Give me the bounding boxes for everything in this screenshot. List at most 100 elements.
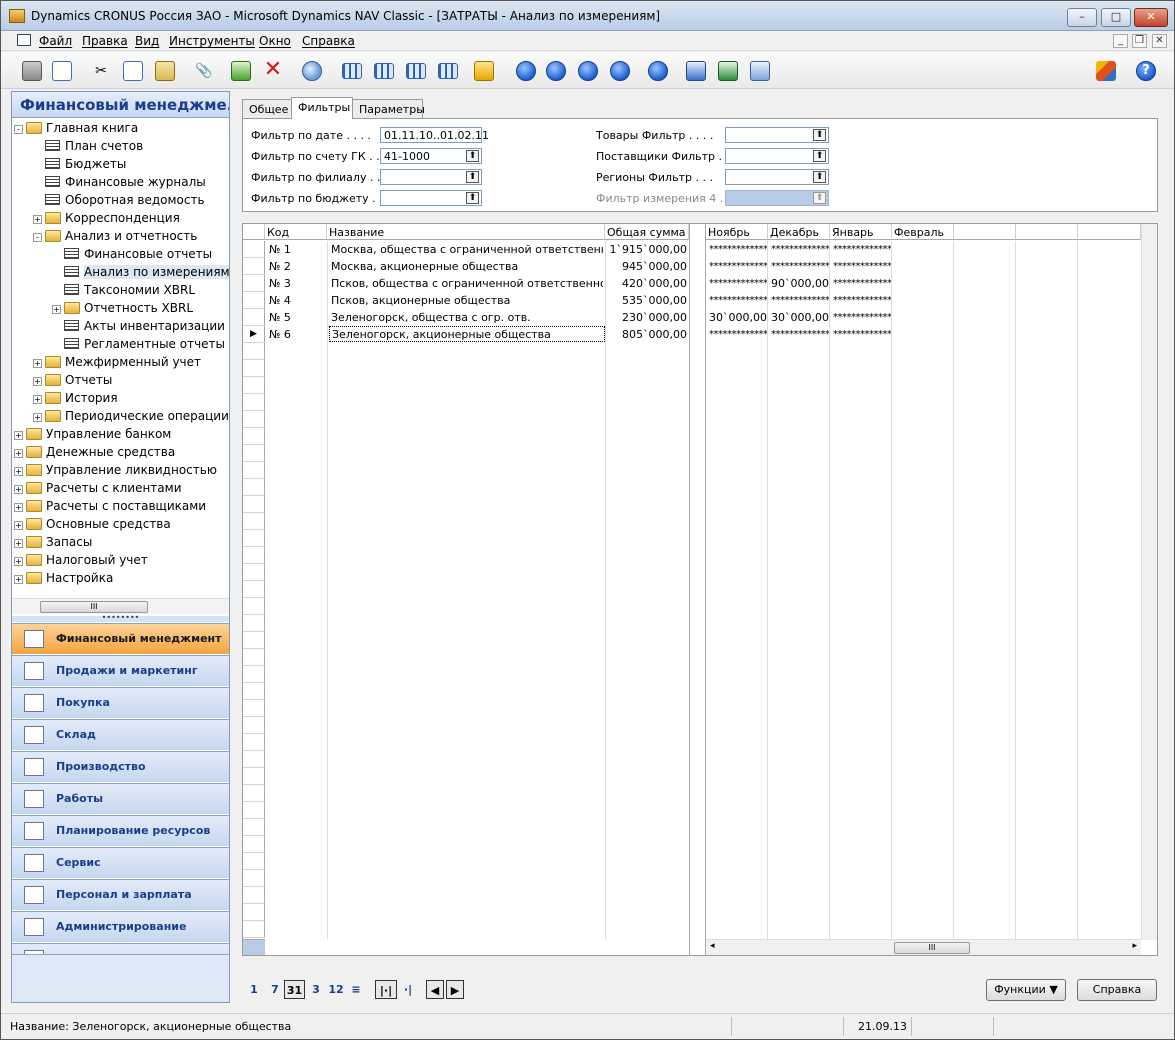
row-selector[interactable] bbox=[243, 887, 265, 904]
cell-month-value[interactable]: ************* bbox=[831, 292, 891, 309]
menu-file[interactable]: Файл bbox=[39, 34, 72, 48]
cell-month-value[interactable]: ************* bbox=[831, 241, 891, 258]
nav-tree-item[interactable]: + История bbox=[33, 389, 118, 407]
cell-month-value[interactable]: ************* bbox=[769, 292, 829, 309]
row-selector[interactable] bbox=[243, 496, 265, 513]
cell-total[interactable]: 945`000,00 bbox=[607, 258, 689, 275]
field-filter-icon[interactable] bbox=[437, 60, 459, 82]
menu-window[interactable]: Окно bbox=[259, 34, 291, 48]
cut-icon[interactable]: ✂ bbox=[90, 60, 112, 82]
document-icon[interactable] bbox=[17, 34, 31, 46]
menu-tools[interactable]: Инструменты bbox=[169, 34, 255, 48]
column-header-month[interactable]: Февраль bbox=[892, 224, 954, 240]
cell-month-value[interactable]: ************* bbox=[831, 326, 891, 343]
expand-icon[interactable]: + bbox=[33, 215, 42, 224]
lookup-icon[interactable]: ⬆ bbox=[813, 171, 826, 183]
cell-total[interactable]: 805`000,00 bbox=[607, 326, 689, 343]
vendors-filter-field[interactable]: ⬆ bbox=[725, 148, 829, 164]
table-icon[interactable] bbox=[341, 60, 363, 82]
current-row-marker-icon[interactable]: ▶ bbox=[243, 326, 265, 343]
row-selector[interactable] bbox=[243, 275, 265, 292]
first-record-icon[interactable] bbox=[515, 60, 537, 82]
maximize-button[interactable]: □ bbox=[1101, 8, 1131, 27]
expand-icon[interactable]: + bbox=[14, 449, 23, 458]
row-selector[interactable] bbox=[243, 547, 265, 564]
nav-tree-item[interactable]: - Главная книга bbox=[14, 119, 138, 137]
cell-month-value[interactable]: ************* bbox=[831, 309, 891, 326]
nav-tree-item[interactable]: + Расчеты с клиентами bbox=[14, 479, 182, 497]
nav-tree-item[interactable]: + Денежные средства bbox=[14, 443, 175, 461]
nav-tree-item[interactable]: + Основные средства bbox=[14, 515, 171, 533]
row-selector[interactable] bbox=[243, 870, 265, 887]
copy-icon[interactable] bbox=[122, 60, 144, 82]
expand-icon[interactable]: + bbox=[33, 413, 42, 422]
cell-month-value[interactable]: 30`000,00 bbox=[769, 309, 829, 326]
nav-section-button[interactable]: Склад bbox=[12, 719, 229, 750]
expand-icon[interactable]: + bbox=[33, 377, 42, 386]
nav-tree-item[interactable]: Регламентные отчеты bbox=[52, 335, 225, 353]
scrollbar-thumb[interactable]: III bbox=[40, 601, 148, 613]
column-header-total[interactable]: Общая сумма bbox=[605, 224, 689, 240]
cell-month-value[interactable]: ************* bbox=[707, 241, 767, 258]
nav-tree-item[interactable]: Оборотная ведомость bbox=[33, 191, 205, 209]
cell-code[interactable]: № 6 bbox=[267, 326, 325, 343]
row-selector[interactable] bbox=[243, 394, 265, 411]
next-record-icon[interactable] bbox=[577, 60, 599, 82]
cell-month-value[interactable]: 90`000,00 bbox=[769, 275, 829, 292]
nav-tree-item[interactable]: + Управление ликвидностью bbox=[14, 461, 217, 479]
help-icon[interactable]: ? bbox=[1135, 60, 1157, 82]
date-filter-field[interactable]: 01.11.10..01.02.11 bbox=[380, 127, 489, 143]
column-header-month[interactable]: Декабрь bbox=[768, 224, 830, 240]
row-selector[interactable] bbox=[243, 700, 265, 717]
nav-tree-item[interactable]: Бюджеты bbox=[33, 155, 126, 173]
cell-month-value[interactable]: ************* bbox=[707, 258, 767, 275]
row-selector[interactable] bbox=[243, 377, 265, 394]
collapse-icon[interactable]: - bbox=[33, 233, 42, 242]
cell-month-value[interactable]: 30`000,00 bbox=[707, 309, 767, 326]
expand-icon[interactable]: + bbox=[14, 521, 23, 530]
list-icon[interactable] bbox=[405, 60, 427, 82]
up-icon[interactable] bbox=[647, 60, 669, 82]
send-to-word-icon[interactable] bbox=[685, 60, 707, 82]
print-icon[interactable] bbox=[21, 60, 43, 82]
mdi-restore-button[interactable]: ❐ bbox=[1132, 34, 1147, 48]
nav-tree-item[interactable]: + Расчеты с поставщиками bbox=[14, 497, 206, 515]
expand-icon[interactable]: + bbox=[14, 485, 23, 494]
cell-total[interactable]: 535`000,00 bbox=[607, 292, 689, 309]
grid-vertical-scrollbar[interactable] bbox=[1141, 224, 1157, 940]
cell-code[interactable]: № 2 bbox=[267, 258, 325, 275]
tab-general[interactable]: Общее bbox=[242, 99, 292, 119]
cell-name[interactable]: Москва, акционерные общества bbox=[329, 258, 603, 275]
row-selector[interactable] bbox=[243, 564, 265, 581]
nav-tree-item[interactable]: + Запасы bbox=[14, 533, 92, 551]
nav-tree-item[interactable]: + Отчеты bbox=[33, 371, 112, 389]
previous-period-icon[interactable]: ◀ bbox=[426, 980, 444, 999]
tab-parameters[interactable]: Параметры bbox=[352, 99, 425, 119]
expand-icon[interactable]: + bbox=[33, 395, 42, 404]
row-selector[interactable] bbox=[243, 904, 265, 921]
nav-tree-item[interactable]: - Анализ и отчетность bbox=[33, 227, 197, 245]
nav-section-button[interactable]: Производство bbox=[12, 751, 229, 782]
expand-icon[interactable]: + bbox=[14, 575, 23, 584]
tab-filters[interactable]: Фильтры bbox=[291, 97, 353, 119]
expand-icon[interactable]: + bbox=[14, 503, 23, 512]
expand-icon[interactable]: + bbox=[14, 431, 23, 440]
row-selector[interactable] bbox=[243, 921, 265, 938]
menu-edit[interactable]: Правка bbox=[82, 34, 128, 48]
nav-section-button[interactable]: Продажи и маркетинг bbox=[12, 655, 229, 686]
column-header-month[interactable]: Январь bbox=[830, 224, 892, 240]
regions-filter-field[interactable]: ⬆ bbox=[725, 169, 829, 185]
period-month[interactable]: 31 bbox=[284, 980, 305, 999]
column-header-month[interactable]: Ноябрь bbox=[706, 224, 768, 240]
nav-tree-item[interactable]: План счетов bbox=[33, 137, 143, 155]
scroll-right-icon[interactable]: ▸ bbox=[1132, 941, 1137, 951]
nav-tree-item[interactable]: Финансовые журналы bbox=[33, 173, 206, 191]
row-selector[interactable] bbox=[243, 513, 265, 530]
cell-month-value[interactable]: ************* bbox=[831, 275, 891, 292]
lookup-icon[interactable]: ⬆ bbox=[813, 150, 826, 162]
row-selector[interactable] bbox=[243, 853, 265, 870]
column-header-month[interactable] bbox=[1016, 224, 1078, 240]
mdi-close-button[interactable]: ✕ bbox=[1152, 34, 1167, 48]
column-header-name[interactable]: Название bbox=[327, 224, 605, 240]
cell-name[interactable]: Москва, общества с ограниченной ответств… bbox=[329, 241, 603, 258]
